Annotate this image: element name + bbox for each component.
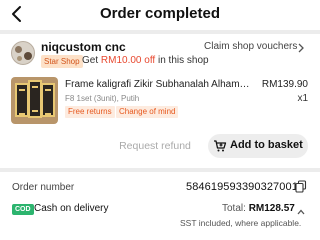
- cart-add-icon: [213, 139, 227, 153]
- claim-vouchers-link[interactable]: Claim shop vouchers: [204, 41, 297, 52]
- product-thumbnail[interactable]: [11, 77, 58, 124]
- product-name[interactable]: Frame kaligrafi Zikir Subhanalah Alhamdu…: [65, 79, 255, 90]
- chevron-right-icon[interactable]: [296, 41, 306, 53]
- promo-suffix: in this shop: [155, 55, 209, 66]
- tax-note: SST included, where applicable.: [180, 218, 302, 228]
- order-total[interactable]: Total: RM128.57: [222, 203, 295, 214]
- add-to-basket-button[interactable]: Add to basket: [208, 134, 308, 158]
- cod-badge: COD: [12, 204, 34, 215]
- shop-avatar[interactable]: [11, 41, 35, 65]
- tag-free-returns: Free returns: [65, 106, 115, 118]
- product-price: RM139.90: [261, 79, 308, 90]
- order-summary-card: Order number 584619593390327001 COD Cash…: [0, 172, 320, 240]
- shop-name[interactable]: niqcustom cnc: [41, 40, 126, 54]
- chevron-up-icon[interactable]: [296, 204, 306, 215]
- star-shop-badge: Star Shop: [41, 55, 83, 68]
- payment-method: Cash on delivery: [34, 203, 109, 214]
- order-number: 584619593390327001: [186, 181, 298, 193]
- tag-change-of-mind: Change of mind: [116, 106, 179, 118]
- add-to-basket-label: Add to basket: [230, 139, 303, 151]
- shop-promo[interactable]: Get RM10.00 off in this shop: [82, 55, 209, 66]
- total-value: RM128.57: [248, 203, 295, 214]
- product-variant: F8 1set (3unit), Putih: [65, 94, 140, 103]
- promo-discount: RM10.00 off: [100, 55, 156, 66]
- order-item-card: niqcustom cnc Claim shop vouchers Star S…: [0, 34, 320, 168]
- request-refund-button[interactable]: Request refund: [116, 135, 194, 157]
- top-bar: Order completed: [0, 0, 320, 30]
- total-label: Total:: [222, 203, 249, 214]
- order-number-label: Order number: [12, 182, 75, 193]
- page-title: Order completed: [99, 5, 221, 22]
- copy-icon[interactable]: [295, 180, 307, 193]
- promo-prefix: Get: [82, 55, 101, 66]
- product-quantity: x1: [297, 93, 308, 104]
